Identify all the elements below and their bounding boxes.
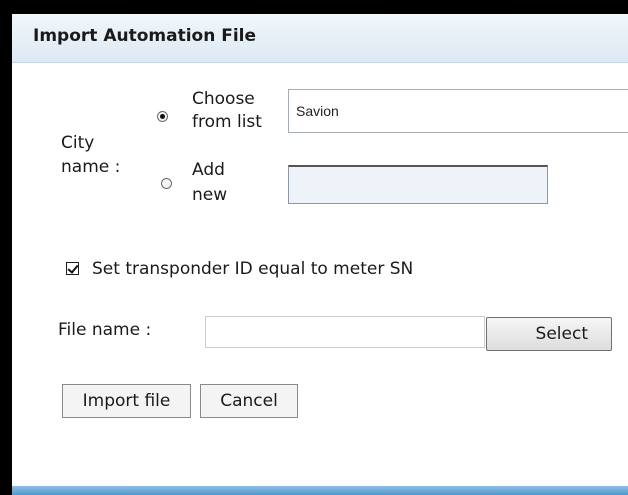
add-new-label-line2: new <box>192 185 228 205</box>
city-name-label-line1: City <box>61 133 95 153</box>
transponder-label: Set transponder ID equal to meter SN <box>92 259 414 279</box>
dialog-bottom-bar <box>12 486 628 495</box>
choose-from-list-label-line2: from list <box>192 112 262 132</box>
choose-from-list-label-line1: Choose <box>192 89 255 109</box>
cancel-button[interactable]: Cancel <box>200 384 298 418</box>
import-dialog: Import Automation File City name : Choos… <box>12 14 628 495</box>
file-name-label: File name : <box>58 320 152 340</box>
select-file-button[interactable]: Select <box>486 317 612 351</box>
choose-from-list-radio[interactable] <box>157 111 168 122</box>
city-select-input[interactable] <box>288 89 628 133</box>
add-new-label-line1: Add <box>192 160 225 180</box>
add-new-radio[interactable] <box>161 178 172 189</box>
transponder-checkbox[interactable] <box>66 262 79 275</box>
dialog-title: Import Automation File <box>33 26 257 46</box>
city-name-label-line2: name : <box>61 157 121 177</box>
import-file-button[interactable]: Import file <box>62 384 191 418</box>
file-name-input[interactable] <box>205 316 485 348</box>
dialog-titlebar: Import Automation File <box>12 14 628 63</box>
new-city-input[interactable] <box>288 165 548 204</box>
